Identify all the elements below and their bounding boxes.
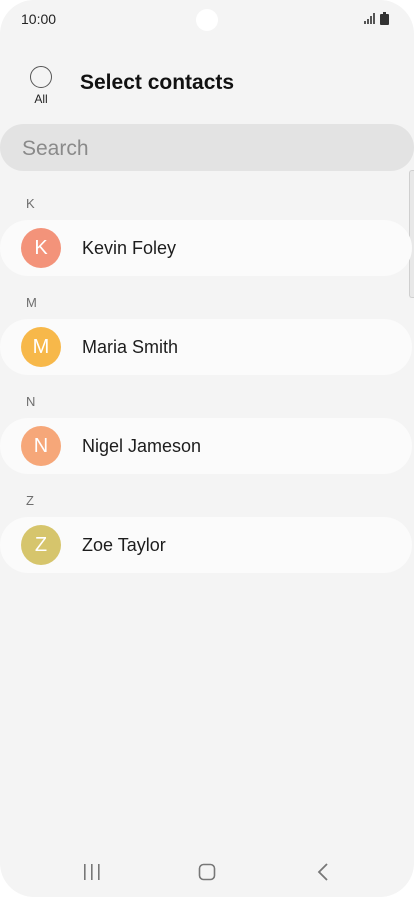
contact-name: Zoe Taylor [82, 535, 166, 555]
contact-name: Kevin Foley [82, 238, 177, 258]
section-header-z: Z [26, 493, 34, 508]
select-all-checkbox[interactable]: All [22, 64, 62, 110]
contact-row-kevin-foley[interactable]: K Kevin Foley [0, 220, 412, 276]
contact-row-maria-smith[interactable]: M Maria Smith [0, 319, 412, 375]
contact-name: Nigel Jameson [82, 436, 202, 456]
contact-row-zoe-taylor[interactable]: Z Zoe Taylor [0, 517, 412, 573]
scrollbar[interactable] [409, 170, 414, 298]
contact-row-nigel-jameson[interactable]: N Nigel Jameson [0, 418, 412, 474]
search-placeholder: Search [22, 137, 89, 160]
avatar: N [21, 426, 61, 466]
phone-screen: 10:00 All Select contacts Search K K Kev… [0, 0, 414, 897]
status-bar: 10:00 [0, 0, 414, 40]
avatar: M [21, 327, 61, 367]
page-title: Select contacts [80, 71, 235, 94]
status-time: 10:00 [21, 11, 57, 27]
checkbox-circle-icon[interactable] [30, 66, 52, 88]
select-all-label: All [34, 92, 48, 106]
section-header-k: K [26, 196, 35, 211]
navigation-bar [0, 850, 414, 897]
search-input[interactable]: Search [0, 124, 414, 171]
battery-icon [380, 12, 389, 25]
section-header-m: M [26, 295, 37, 310]
back-icon[interactable] [316, 862, 330, 882]
avatar: Z [21, 525, 61, 565]
recents-icon[interactable] [82, 863, 102, 881]
section-header-n: N [26, 394, 36, 409]
avatar: K [21, 228, 61, 268]
contact-name: Maria Smith [82, 337, 179, 357]
signal-icon [364, 13, 375, 24]
home-icon[interactable] [198, 863, 216, 881]
camera-cutout [196, 9, 218, 31]
